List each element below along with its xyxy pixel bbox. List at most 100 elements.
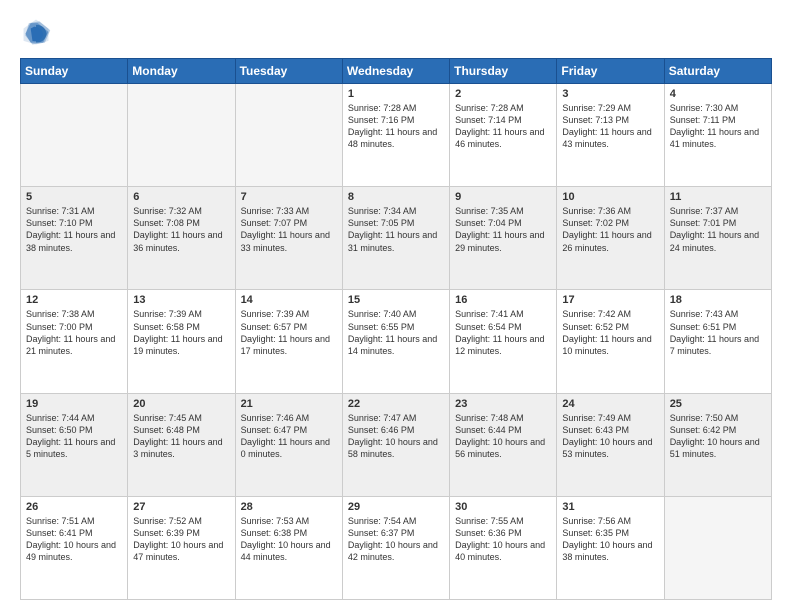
cell-content: Sunrise: 7:32 AMSunset: 7:08 PMDaylight:… xyxy=(133,205,229,254)
cell-content: Sunrise: 7:43 AMSunset: 6:51 PMDaylight:… xyxy=(670,308,766,357)
calendar-cell: 10Sunrise: 7:36 AMSunset: 7:02 PMDayligh… xyxy=(557,187,664,290)
day-header-monday: Monday xyxy=(128,59,235,84)
day-number: 25 xyxy=(670,398,766,410)
day-header-tuesday: Tuesday xyxy=(235,59,342,84)
day-header-friday: Friday xyxy=(557,59,664,84)
cell-content: Sunrise: 7:49 AMSunset: 6:43 PMDaylight:… xyxy=(562,412,658,461)
day-number: 4 xyxy=(670,88,766,100)
cell-content: Sunrise: 7:39 AMSunset: 6:57 PMDaylight:… xyxy=(241,308,337,357)
cell-content: Sunrise: 7:29 AMSunset: 7:13 PMDaylight:… xyxy=(562,102,658,151)
calendar-week-row: 12 Sunrise: 7:38 AMSunset: 7:00 PMDayligh… xyxy=(21,290,772,393)
calendar-cell: 21 Sunrise: 7:46 AMSunset: 6:47 PMDayligh… xyxy=(235,393,342,496)
calendar-week-row: 26 Sunrise: 7:51 AMSunset: 6:41 PMDayligh… xyxy=(21,496,772,599)
calendar-cell xyxy=(664,496,771,599)
header xyxy=(20,16,772,48)
day-number: 26 xyxy=(26,501,122,513)
day-number: 27 xyxy=(133,501,229,513)
calendar-cell: 13Sunrise: 7:39 AMSunset: 6:58 PMDayligh… xyxy=(128,290,235,393)
calendar-cell: 15Sunrise: 7:40 AMSunset: 6:55 PMDayligh… xyxy=(342,290,449,393)
day-number: 23 xyxy=(455,398,551,410)
calendar-week-row: 1 Sunrise: 7:28 AMSunset: 7:16 PMDaylight… xyxy=(21,84,772,187)
cell-content: Sunrise: 7:38 AMSunset: 7:00 PMDaylight:… xyxy=(26,308,122,357)
cell-content: Sunrise: 7:28 AMSunset: 7:16 PMDaylight:… xyxy=(348,102,444,151)
day-number: 20 xyxy=(133,398,229,410)
cell-content: Sunrise: 7:44 AMSunset: 6:50 PMDaylight:… xyxy=(26,412,122,461)
calendar-cell: 14 Sunrise: 7:39 AMSunset: 6:57 PMDayligh… xyxy=(235,290,342,393)
day-header-wednesday: Wednesday xyxy=(342,59,449,84)
day-number: 11 xyxy=(670,191,766,203)
calendar-header-row: SundayMondayTuesdayWednesdayThursdayFrid… xyxy=(21,59,772,84)
cell-content: Sunrise: 7:31 AMSunset: 7:10 PMDaylight:… xyxy=(26,205,122,254)
day-header-thursday: Thursday xyxy=(450,59,557,84)
calendar-cell xyxy=(128,84,235,187)
day-number: 3 xyxy=(562,88,658,100)
day-number: 2 xyxy=(455,88,551,100)
calendar-cell: 6 Sunrise: 7:32 AMSunset: 7:08 PMDaylight… xyxy=(128,187,235,290)
day-number: 21 xyxy=(241,398,337,410)
cell-content: Sunrise: 7:47 AMSunset: 6:46 PMDaylight:… xyxy=(348,412,444,461)
calendar-cell: 17 Sunrise: 7:42 AMSunset: 6:52 PMDayligh… xyxy=(557,290,664,393)
cell-content: Sunrise: 7:48 AMSunset: 6:44 PMDaylight:… xyxy=(455,412,551,461)
calendar-cell: 20 Sunrise: 7:45 AMSunset: 6:48 PMDayligh… xyxy=(128,393,235,496)
day-number: 9 xyxy=(455,191,551,203)
day-header-sunday: Sunday xyxy=(21,59,128,84)
cell-content: Sunrise: 7:50 AMSunset: 6:42 PMDaylight:… xyxy=(670,412,766,461)
day-number: 17 xyxy=(562,294,658,306)
cell-content: Sunrise: 7:45 AMSunset: 6:48 PMDaylight:… xyxy=(133,412,229,461)
day-number: 5 xyxy=(26,191,122,203)
calendar-cell: 16 Sunrise: 7:41 AMSunset: 6:54 PMDayligh… xyxy=(450,290,557,393)
day-number: 15 xyxy=(348,294,444,306)
cell-content: Sunrise: 7:52 AMSunset: 6:39 PMDaylight:… xyxy=(133,515,229,564)
calendar-cell: 3 Sunrise: 7:29 AMSunset: 7:13 PMDaylight… xyxy=(557,84,664,187)
day-number: 16 xyxy=(455,294,551,306)
day-number: 8 xyxy=(348,191,444,203)
cell-content: Sunrise: 7:42 AMSunset: 6:52 PMDaylight:… xyxy=(562,308,658,357)
cell-content: Sunrise: 7:28 AMSunset: 7:14 PMDaylight:… xyxy=(455,102,551,151)
cell-content: Sunrise: 7:56 AMSunset: 6:35 PMDaylight:… xyxy=(562,515,658,564)
calendar-cell: 22Sunrise: 7:47 AMSunset: 6:46 PMDayligh… xyxy=(342,393,449,496)
calendar-week-row: 5 Sunrise: 7:31 AMSunset: 7:10 PMDaylight… xyxy=(21,187,772,290)
day-number: 18 xyxy=(670,294,766,306)
logo-icon xyxy=(20,16,52,48)
calendar-cell: 8Sunrise: 7:34 AMSunset: 7:05 PMDaylight… xyxy=(342,187,449,290)
day-number: 14 xyxy=(241,294,337,306)
calendar-table: SundayMondayTuesdayWednesdayThursdayFrid… xyxy=(20,58,772,600)
cell-content: Sunrise: 7:39 AMSunset: 6:58 PMDaylight:… xyxy=(133,308,229,357)
calendar-cell: 5 Sunrise: 7:31 AMSunset: 7:10 PMDaylight… xyxy=(21,187,128,290)
day-number: 7 xyxy=(241,191,337,203)
day-number: 12 xyxy=(26,294,122,306)
day-number: 1 xyxy=(348,88,444,100)
cell-content: Sunrise: 7:37 AMSunset: 7:01 PMDaylight:… xyxy=(670,205,766,254)
calendar-cell: 26 Sunrise: 7:51 AMSunset: 6:41 PMDayligh… xyxy=(21,496,128,599)
calendar-cell: 29 Sunrise: 7:54 AMSunset: 6:37 PMDayligh… xyxy=(342,496,449,599)
day-number: 30 xyxy=(455,501,551,513)
cell-content: Sunrise: 7:41 AMSunset: 6:54 PMDaylight:… xyxy=(455,308,551,357)
calendar-cell: 11 Sunrise: 7:37 AMSunset: 7:01 PMDayligh… xyxy=(664,187,771,290)
day-number: 28 xyxy=(241,501,337,513)
calendar-cell: 27 Sunrise: 7:52 AMSunset: 6:39 PMDayligh… xyxy=(128,496,235,599)
calendar-cell: 31 Sunrise: 7:56 AMSunset: 6:35 PMDayligh… xyxy=(557,496,664,599)
day-number: 6 xyxy=(133,191,229,203)
day-number: 24 xyxy=(562,398,658,410)
day-number: 31 xyxy=(562,501,658,513)
calendar-cell: 2 Sunrise: 7:28 AMSunset: 7:14 PMDaylight… xyxy=(450,84,557,187)
cell-content: Sunrise: 7:30 AMSunset: 7:11 PMDaylight:… xyxy=(670,102,766,151)
calendar-cell: 24 Sunrise: 7:49 AMSunset: 6:43 PMDayligh… xyxy=(557,393,664,496)
cell-content: Sunrise: 7:51 AMSunset: 6:41 PMDaylight:… xyxy=(26,515,122,564)
calendar-cell: 7Sunrise: 7:33 AMSunset: 7:07 PMDaylight… xyxy=(235,187,342,290)
page: SundayMondayTuesdayWednesdayThursdayFrid… xyxy=(0,0,792,612)
cell-content: Sunrise: 7:46 AMSunset: 6:47 PMDaylight:… xyxy=(241,412,337,461)
day-header-saturday: Saturday xyxy=(664,59,771,84)
cell-content: Sunrise: 7:54 AMSunset: 6:37 PMDaylight:… xyxy=(348,515,444,564)
calendar-cell xyxy=(235,84,342,187)
calendar-cell: 1 Sunrise: 7:28 AMSunset: 7:16 PMDaylight… xyxy=(342,84,449,187)
cell-content: Sunrise: 7:53 AMSunset: 6:38 PMDaylight:… xyxy=(241,515,337,564)
calendar-cell: 23 Sunrise: 7:48 AMSunset: 6:44 PMDayligh… xyxy=(450,393,557,496)
calendar-cell: 30 Sunrise: 7:55 AMSunset: 6:36 PMDayligh… xyxy=(450,496,557,599)
cell-content: Sunrise: 7:35 AMSunset: 7:04 PMDaylight:… xyxy=(455,205,551,254)
day-number: 19 xyxy=(26,398,122,410)
calendar-cell xyxy=(21,84,128,187)
cell-content: Sunrise: 7:55 AMSunset: 6:36 PMDaylight:… xyxy=(455,515,551,564)
day-number: 29 xyxy=(348,501,444,513)
calendar-week-row: 19 Sunrise: 7:44 AMSunset: 6:50 PMDayligh… xyxy=(21,393,772,496)
